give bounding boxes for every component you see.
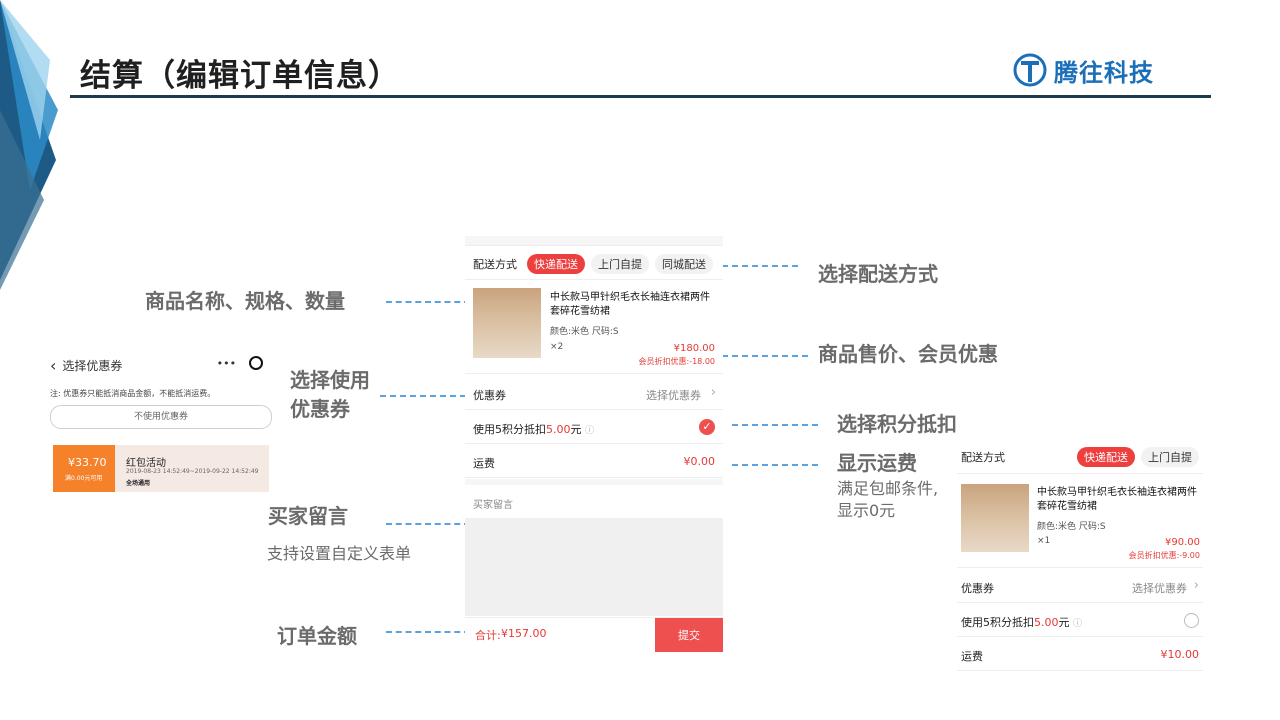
alt-coupon-row[interactable]: 优惠券 选择优惠券 ›: [957, 570, 1203, 603]
annotation-show-freight: 显示运费: [837, 451, 917, 475]
logo-t-icon: [1013, 53, 1047, 87]
coupon-panel-header: ‹ 选择优惠券: [50, 356, 122, 375]
alt-delivery-option-pickup[interactable]: 上门自提: [1141, 446, 1199, 467]
message-area-bg: [465, 518, 723, 616]
total-label: 合计:: [475, 629, 501, 642]
alt-product-image[interactable]: [961, 484, 1029, 552]
delivery-row: 配送方式 快递配送 上门自提 同城配送: [465, 248, 723, 280]
delivery-option-city[interactable]: 同城配送: [655, 253, 713, 274]
alt-delivery-row: 配送方式 快递配送 上门自提: [957, 440, 1203, 474]
annotation-buyer-message: 买家留言: [268, 504, 348, 528]
annotation-select-delivery: 选择配送方式: [818, 262, 938, 286]
alt-info-icon: ⓘ: [1073, 619, 1083, 629]
product-row: 中长款马甲针织毛衣长袖连衣裙两件套碎花雪纺裙 颜色:米色 尺码:S ×2 ¥18…: [465, 282, 723, 374]
checkout-screen: 配送方式 快递配送 上门自提 同城配送 中长款马甲针织毛衣长袖连衣裙两件套碎花雪…: [465, 236, 723, 652]
alt-coupon-label: 优惠券: [961, 582, 994, 595]
delivery-option-pickup[interactable]: 上门自提: [591, 253, 649, 274]
freight-label: 运费: [473, 457, 495, 470]
connector-points: [732, 424, 818, 426]
coupon-note: 注: 优惠券只能抵消商品金额，不能抵消运费。: [50, 389, 216, 398]
alt-points-row: 使用5积分抵扣5.00元 ⓘ: [957, 604, 1203, 637]
back-chevron-icon[interactable]: ‹: [50, 356, 56, 375]
coupon-name: 红包活动: [126, 458, 166, 469]
checkout-panel-alt: 配送方式 快递配送 上门自提 中长款马甲针织毛衣长袖连衣裙两件套碎花雪纺裙 颜色…: [957, 440, 1203, 672]
alt-freight-row: 运费 ¥10.00: [957, 638, 1203, 671]
alt-freight-value: ¥10.00: [1160, 648, 1200, 661]
alt-points-label: 使用5积分抵扣5.00元 ⓘ: [961, 616, 1083, 629]
product-spec: 颜色:米色 尺码:S: [550, 327, 619, 337]
connector-product: [386, 301, 470, 303]
annotation-freight-sub1: 满足包邮条件,: [837, 479, 939, 498]
chevron-right-icon: ›: [710, 385, 716, 400]
coupon-label: 优惠券: [473, 389, 506, 402]
product-image[interactable]: [473, 288, 541, 358]
coupon-panel-title: 选择优惠券: [62, 359, 123, 373]
alt-delivery-option-express[interactable]: 快递配送: [1077, 446, 1135, 467]
connector-delivery: [712, 265, 798, 267]
bottom-bar: 合计: ¥157.00 提交: [465, 617, 723, 652]
no-coupon-button[interactable]: 不使用优惠券: [50, 405, 272, 429]
product-name: 中长款马甲针织毛衣长袖连衣裙两件套碎花雪纺裙: [550, 292, 710, 317]
alt-product-price: ¥90.00: [1165, 537, 1200, 548]
connector-coupon: [380, 395, 466, 397]
top-strip: [465, 236, 723, 246]
annotation-freight-sub2: 显示0元: [837, 501, 896, 520]
coupon-dates: 2019-08-23 14:52:49~2019-09-22 14:52:49: [126, 468, 259, 475]
coupon-card[interactable]: ¥33.70 满0.00元可用 红包活动 2019-08-23 14:52:49…: [53, 445, 269, 492]
annotation-order-amount: 订单金额: [277, 624, 357, 648]
freight-row: 运费 ¥0.00: [465, 444, 723, 478]
decorative-triangles: [0, 0, 58, 290]
title-divider: [70, 95, 1211, 98]
alt-product-row: 中长款马甲针织毛衣长袖连衣裙两件套碎花雪纺裙 颜色:米色 尺码:S ×1 ¥90…: [957, 476, 1203, 568]
annotation-buyer-message-sub: 支持设置自定义表单: [267, 544, 412, 563]
page-title: 结算（编辑订单信息）: [80, 58, 400, 94]
coupon-amount-block: ¥33.70 满0.00元可用: [53, 445, 115, 492]
annotation-points-deduct: 选择积分抵扣: [837, 412, 957, 436]
product-qty: ×2: [550, 342, 564, 352]
delivery-label: 配送方式: [473, 257, 517, 271]
points-row: 使用5积分抵扣5.00元 ⓘ ✓: [465, 410, 723, 444]
freight-value: ¥0.00: [683, 455, 716, 468]
annotation-select-coupon-2: 优惠券: [290, 397, 350, 421]
more-icon[interactable]: •••: [217, 357, 236, 370]
brand-logo: 腾往科技: [1012, 52, 1154, 88]
logo-text: 腾往科技: [1054, 58, 1154, 87]
connector-price: [722, 355, 808, 357]
connector-freight: [732, 464, 818, 466]
connector-message: [386, 523, 470, 525]
delivery-option-express[interactable]: 快递配送: [527, 253, 585, 274]
coupon-amount: ¥33.70: [68, 456, 107, 469]
annotation-product-info: 商品名称、规格、数量: [145, 289, 345, 313]
capsule-menu: •••: [210, 352, 270, 374]
coupon-condition: 满0.00元可用: [65, 475, 103, 482]
product-price: ¥180.00: [673, 343, 715, 354]
annotation-select-coupon-1: 选择使用: [290, 368, 370, 392]
alt-coupon-value: 选择优惠券: [1132, 582, 1187, 595]
annotation-price-member: 商品售价、会员优惠: [818, 342, 998, 366]
alt-member-discount: 会员折扣优惠:-9.00: [1128, 551, 1200, 560]
alt-points-radio-unchecked-icon[interactable]: [1184, 613, 1199, 628]
points-label: 使用5积分抵扣5.00元 ⓘ: [473, 423, 595, 436]
buyer-message-input[interactable]: 买家留言: [465, 486, 723, 516]
alt-product-qty: ×1: [1037, 536, 1051, 546]
coupon-row[interactable]: 优惠券 选择优惠券 ›: [465, 376, 723, 410]
connector-amount: [386, 631, 470, 633]
submit-button[interactable]: 提交: [655, 618, 723, 652]
info-icon: ⓘ: [585, 426, 595, 436]
coupon-select-panel: ‹ 选择优惠券 ••• 注: 优惠券只能抵消商品金额，不能抵消运费。 不使用优惠…: [45, 350, 275, 500]
coupon-value: 选择优惠券: [646, 389, 701, 402]
total-value: ¥157.00: [501, 627, 547, 640]
close-target-icon[interactable]: [249, 356, 264, 370]
alt-product-name: 中长款马甲针织毛衣长袖连衣裙两件套碎花雪纺裙: [1037, 487, 1197, 512]
alt-delivery-label: 配送方式: [961, 450, 1005, 464]
alt-product-spec: 颜色:米色 尺码:S: [1037, 522, 1106, 532]
alt-freight-label: 运费: [961, 650, 983, 663]
member-discount: 会员折扣优惠:-18.00: [638, 357, 715, 366]
coupon-scope: 全场通用: [126, 480, 151, 487]
points-checkbox-checked-icon[interactable]: ✓: [699, 419, 715, 435]
section-gap: [465, 479, 723, 485]
alt-chevron-right-icon: ›: [1193, 578, 1199, 593]
